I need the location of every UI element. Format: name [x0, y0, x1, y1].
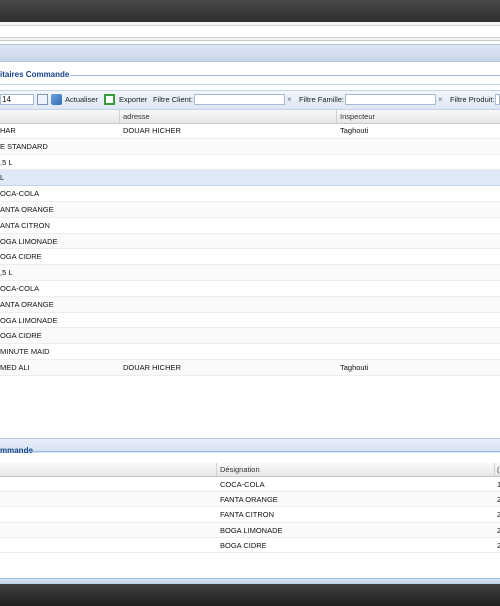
cell-client: .5 L [0, 157, 13, 167]
export-button[interactable]: Exporter [119, 95, 147, 105]
filter-product-label: Filtre Produit: [450, 95, 495, 104]
cell-designation: COCA-COLA [220, 480, 265, 489]
filter-family-label: Filtre Famille: [299, 95, 345, 104]
table-row[interactable]: OCA-COLA [0, 186, 500, 202]
cell-address: DOUAR HICHER [123, 126, 181, 135]
refresh-button[interactable]: Actualiser [65, 95, 98, 105]
cell-designation: FANTA ORANGE [220, 495, 278, 505]
bottom-grid-header: Désignation ( [0, 463, 500, 477]
filter-family-input[interactable] [345, 94, 436, 105]
cell-client: HAR [0, 126, 16, 135]
cell-client: MED ALI [0, 363, 30, 372]
bottom-panel: mmande Désignation ( COCA-COLA 1 FANTA O… [0, 438, 500, 584]
cell-designation: BOGA LIMONADE [220, 525, 283, 535]
cell-client: OCA-COLA [0, 189, 40, 199]
toolbar: 14 Actualiser Exporter Filtre Client: × … [0, 90, 500, 110]
table-row[interactable]: E STANDARD [0, 138, 500, 155]
filter-client-label: Filtre Client: [153, 95, 194, 104]
column-header-designation[interactable]: Désignation [220, 465, 260, 474]
top-grid-header: adresse Inspecteur [0, 110, 500, 124]
table-row[interactable]: MINUTE MAID [0, 344, 500, 360]
table-row[interactable]: OGA CIDRE [0, 249, 500, 266]
page-number-input[interactable]: 14 [0, 94, 34, 105]
cell-address: DOUAR HICHER [123, 363, 181, 372]
table-row[interactable]: OGA LIMONADE [0, 233, 500, 250]
table-row[interactable]: ,5 L [0, 265, 500, 281]
top-panel-divider [0, 84, 500, 85]
table-row[interactable]: MED ALI DOUAR HICHER Taghouti [0, 360, 500, 376]
excel-export-icon[interactable] [104, 94, 115, 105]
cell-client: L [0, 173, 5, 183]
column-header-quantity[interactable]: ( [497, 465, 500, 474]
cell-client: OGA LIMONADE [0, 315, 58, 325]
cell-client: MINUTE MAID [0, 347, 50, 357]
table-row[interactable]: OCA-COLA [0, 281, 500, 297]
window-top-bar [0, 0, 500, 22]
address-input[interactable] [0, 25, 500, 38]
table-row[interactable]: ANTA ORANGE [0, 202, 500, 218]
cell-inspector: Taghouti [340, 363, 369, 372]
application-frame: itaires Commande 14 Actualiser Exporter … [0, 22, 500, 585]
cell-inspector: Taghouti [340, 126, 369, 135]
cell-client: OGA LIMONADE [0, 236, 58, 246]
refresh-icon[interactable] [51, 94, 62, 105]
table-row[interactable]: HAR DOUAR HICHER Taghouti [0, 123, 500, 139]
table-row[interactable]: OGA CIDRE [0, 328, 500, 345]
filter-client-input[interactable] [194, 94, 285, 105]
header-band [0, 44, 500, 62]
table-row[interactable]: BOGA LIMONADE 2 [0, 522, 500, 538]
table-row[interactable]: .5 L [0, 155, 500, 171]
cell-client: ANTA ORANGE [0, 205, 54, 214]
table-row[interactable]: FANTA CITRON 2 [0, 507, 500, 523]
cell-client: OGA CIDRE [0, 331, 42, 341]
address-bar [0, 22, 500, 41]
cell-client: OCA-COLA [0, 284, 40, 293]
cell-client: ANTA ORANGE [0, 299, 54, 309]
cell-client: ,5 L [0, 268, 13, 278]
clear-client-icon[interactable]: × [287, 95, 292, 105]
table-row[interactable]: ANTA CITRON [0, 218, 500, 234]
cell-client: E STANDARD [0, 141, 48, 151]
cell-designation: FANTA CITRON [220, 510, 275, 520]
cell-designation: BOGA CIDRE [220, 540, 267, 550]
table-row[interactable]: COCA-COLA 1 [0, 477, 500, 493]
cell-client: ANTA CITRON [0, 220, 50, 230]
column-header-inspector[interactable]: Inspecteur [340, 112, 375, 121]
clear-family-icon[interactable]: × [438, 95, 443, 105]
table-row[interactable]: OGA LIMONADE [0, 313, 500, 329]
filter-product-input[interactable] [495, 94, 500, 105]
table-row[interactable]: ANTA ORANGE [0, 296, 500, 313]
cell-client: OGA CIDRE [0, 252, 42, 262]
table-row-selected[interactable]: L [0, 170, 500, 187]
top-panel-title-line [70, 75, 500, 76]
calendar-icon[interactable] [37, 94, 48, 105]
bottom-panel-title-line [28, 451, 500, 452]
column-header-address[interactable]: adresse [123, 112, 150, 121]
window-bottom-bar [0, 584, 500, 606]
table-row[interactable]: BOGA CIDRE 2 [0, 538, 500, 553]
table-row[interactable]: FANTA ORANGE 2 [0, 492, 500, 508]
